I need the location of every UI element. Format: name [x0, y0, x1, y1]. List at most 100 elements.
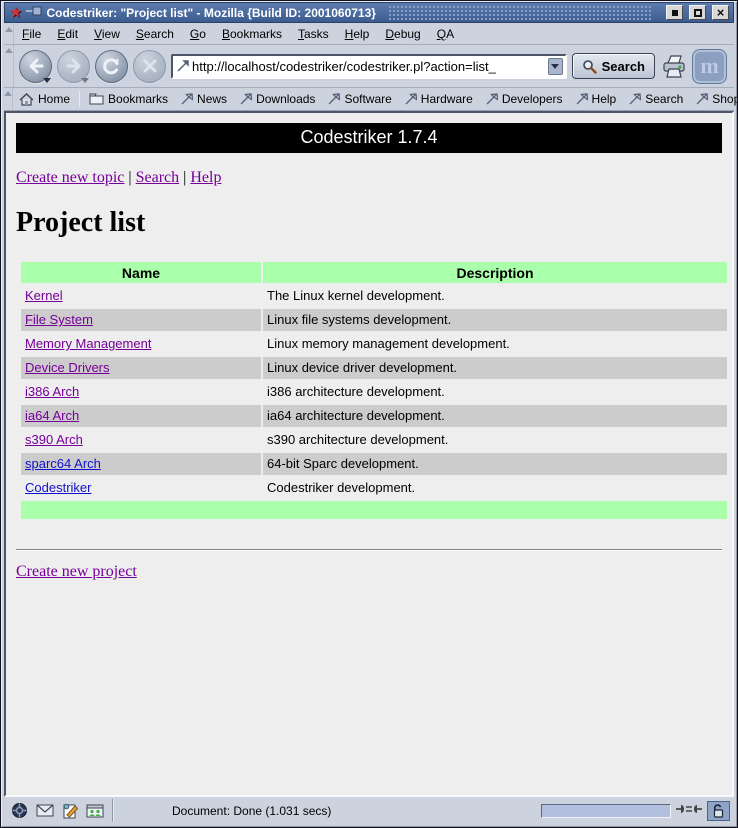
column-header-name: Name — [21, 262, 261, 283]
bookmark-tag-icon — [239, 93, 252, 106]
project-link[interactable]: i386 Arch — [25, 384, 79, 399]
mail-icon[interactable] — [35, 802, 54, 819]
link-separator: | — [128, 169, 131, 186]
url-dropdown-button[interactable] — [548, 58, 563, 75]
maximize-button[interactable] — [689, 5, 706, 20]
bookmark-tag-icon — [575, 93, 588, 106]
project-link[interactable]: File System — [25, 312, 93, 327]
project-link[interactable]: sparc64 Arch — [25, 456, 101, 471]
maximize-icon — [694, 9, 702, 17]
online-plug-icon[interactable] — [676, 802, 702, 820]
bottom-link-container: Create new project — [16, 563, 722, 581]
table-row: sparc64 Arch 64-bit Sparc development. — [21, 453, 727, 475]
home-icon — [19, 93, 34, 106]
table-row: Kernel The Linux kernel development. — [21, 285, 727, 307]
top-navigation-links: Create new topic | Search | Help — [16, 169, 722, 187]
bookmark-item-search[interactable]: Search — [622, 90, 689, 108]
menu-bookmarks[interactable]: Bookmarks — [214, 24, 290, 44]
menu-file[interactable]: File — [14, 24, 49, 44]
horizontal-rule — [16, 549, 722, 551]
bookmark-item-news[interactable]: News — [174, 90, 233, 108]
composer-icon[interactable] — [60, 802, 79, 819]
status-text: Document: Done (1.031 secs) — [118, 804, 536, 818]
folder-icon — [89, 93, 104, 105]
bookmark-label: News — [197, 92, 227, 106]
status-bar: Document: Done (1.031 secs) — [4, 797, 734, 824]
table-row: Codestriker Codestriker development. — [21, 477, 727, 499]
search-button[interactable]: Search — [572, 53, 655, 79]
bookmark-item-bookmarks[interactable]: Bookmarks — [83, 90, 174, 108]
mozilla-star-icon: ★ — [9, 5, 22, 20]
bookmark-item-downloads[interactable]: Downloads — [233, 90, 321, 108]
project-link[interactable]: Memory Management — [25, 336, 151, 351]
personal-toolbar-grippy[interactable] — [4, 88, 13, 110]
address-book-icon[interactable] — [85, 802, 104, 819]
minimize-button[interactable] — [666, 5, 683, 20]
menu-qa[interactable]: QA — [429, 24, 462, 44]
create-new-topic-link[interactable]: Create new topic — [16, 169, 124, 186]
project-description: Linux memory management development. — [263, 333, 727, 355]
url-input[interactable] — [192, 59, 546, 74]
project-link[interactable]: ia64 Arch — [25, 408, 79, 423]
bookmark-item-software[interactable]: Software — [321, 90, 397, 108]
unlocked-padlock-icon — [712, 804, 725, 818]
bookmark-label: Search — [645, 92, 683, 106]
search-link[interactable]: Search — [136, 169, 180, 186]
bookmark-item-help[interactable]: Help — [569, 90, 623, 108]
back-button[interactable] — [19, 50, 52, 83]
bookmark-tag-icon — [180, 93, 193, 106]
project-link[interactable]: Device Drivers — [25, 360, 110, 375]
table-row: Memory Management Linux memory managemen… — [21, 333, 727, 355]
bookmark-item-home[interactable]: Home — [13, 90, 76, 108]
navigation-toolbar: Search m — [4, 45, 734, 88]
forward-dropdown-icon[interactable] — [81, 78, 89, 83]
bookmark-item-shop[interactable]: Shop — [689, 90, 738, 108]
close-icon: × — [717, 8, 725, 18]
bookmark-label: Downloads — [256, 92, 315, 106]
close-button[interactable]: × — [712, 5, 729, 20]
title-bar[interactable]: ★ Codestriker: "Project list" - Mozilla … — [4, 2, 734, 23]
bookmark-item-hardware[interactable]: Hardware — [398, 90, 479, 108]
window-title: Codestriker: "Project list" - Mozilla {B… — [46, 6, 376, 20]
component-bar — [6, 799, 113, 822]
reload-button[interactable] — [95, 50, 128, 83]
bookmark-label: Software — [344, 92, 391, 106]
menu-search[interactable]: Search — [128, 24, 182, 44]
bookmark-label: Bookmarks — [108, 92, 168, 106]
print-button[interactable] — [660, 53, 688, 79]
project-link[interactable]: Kernel — [25, 288, 63, 303]
table-row: ia64 Arch ia64 architecture development. — [21, 405, 727, 427]
bookmark-label: Developers — [502, 92, 563, 106]
menu-edit[interactable]: Edit — [49, 24, 86, 44]
menubar-grippy[interactable] — [4, 24, 14, 44]
navbar-grippy[interactable] — [4, 45, 14, 87]
column-header-description: Description — [263, 262, 727, 283]
menu-tasks[interactable]: Tasks — [290, 24, 337, 44]
project-link[interactable]: Codestriker — [25, 480, 91, 495]
mozilla-logo[interactable]: m — [693, 50, 726, 83]
menu-debug[interactable]: Debug — [377, 24, 428, 44]
table-row: i386 Arch i386 architecture development. — [21, 381, 727, 403]
help-link[interactable]: Help — [190, 169, 221, 186]
back-dropdown-icon[interactable] — [43, 78, 51, 83]
create-new-project-link[interactable]: Create new project — [16, 563, 137, 580]
titlebar-texture — [388, 5, 652, 20]
menu-go[interactable]: Go — [182, 24, 214, 44]
project-description: s390 architecture development. — [263, 429, 727, 451]
link-separator: | — [183, 169, 186, 186]
search-button-label: Search — [602, 59, 645, 74]
minimize-icon — [672, 10, 678, 16]
table-row: s390 Arch s390 architecture development. — [21, 429, 727, 451]
forward-button[interactable] — [57, 50, 90, 83]
navigator-icon[interactable] — [10, 802, 29, 819]
project-description: The Linux kernel development. — [263, 285, 727, 307]
stop-button[interactable] — [133, 50, 166, 83]
security-lock-button[interactable] — [707, 801, 730, 821]
bookmark-link-icon — [176, 59, 190, 73]
project-description: Codestriker development. — [263, 477, 727, 499]
url-bar[interactable] — [171, 54, 567, 79]
project-link[interactable]: s390 Arch — [25, 432, 83, 447]
bookmark-item-developers[interactable]: Developers — [479, 90, 569, 108]
menu-help[interactable]: Help — [337, 24, 378, 44]
menu-view[interactable]: View — [86, 24, 128, 44]
